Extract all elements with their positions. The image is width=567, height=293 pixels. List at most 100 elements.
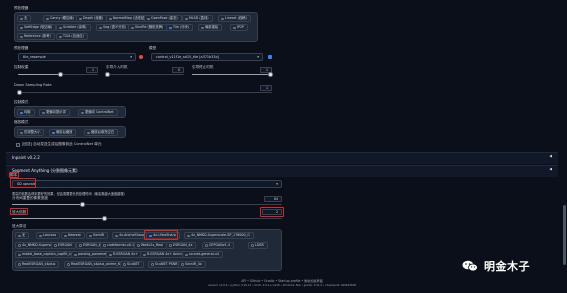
segment-section[interactable]	[6, 165, 558, 177]
radio-dot-icon	[123, 263, 126, 266]
radio-dot-icon	[18, 244, 21, 247]
scrollbar-thumb[interactable]	[562, 205, 566, 265]
scale-factor-slider[interactable]	[12, 216, 282, 221]
loopback-checkbox[interactable]	[16, 143, 20, 147]
preprocessor-option[interactable]: 局部重绘	[198, 24, 223, 31]
control-mode-option[interactable]: 均衡	[17, 109, 35, 116]
down-sampling-handle[interactable]	[17, 90, 22, 95]
upscaler-option-label: 无	[22, 233, 26, 237]
end-step-slider[interactable]	[192, 72, 273, 77]
control-mode-option[interactable]: 更偏向提示词	[39, 109, 70, 116]
segment-section-title: Segment Anything (分割图像元素)	[12, 168, 78, 173]
radio-dot-icon	[52, 131, 55, 134]
upscaler-option[interactable]: ESRGAN_4x	[166, 241, 197, 249]
start-step-input[interactable]: 0	[172, 67, 184, 73]
preprocessor-option[interactable]: Scribble (涂鸦)	[56, 24, 91, 31]
upscaler-option-label: scunet-general-x4	[189, 252, 219, 256]
preprocessor-option[interactable]: OpenPose (姿态)	[144, 15, 182, 22]
upscaler-option[interactable]: 无	[15, 232, 30, 239]
resize-mode-option[interactable]: 缩放后填充空白	[84, 129, 119, 136]
down-sampling-slider[interactable]	[17, 90, 272, 95]
radio-dot-icon	[169, 244, 172, 247]
preprocessor-option[interactable]: T2IA (自适应)	[56, 33, 88, 40]
watermark: 明金木子	[462, 258, 530, 274]
script-select[interactable]: SD upscale ▾	[12, 180, 282, 188]
upscaler-option-label: codeformer-v0.1.0	[107, 242, 138, 247]
footer-links[interactable]: API • Github • Gradio • Startup profile …	[6, 278, 558, 283]
upscaler-option[interactable]: 4x-AnimeSharp	[112, 232, 149, 239]
start-step-label: 引导介入时机	[106, 65, 128, 69]
preprocessor-option[interactable]: Seg (语义分割)	[96, 24, 131, 31]
upscaler-option[interactable]: scunet-general-x4	[182, 251, 223, 258]
preprocessor-option-label: Lineart (线稿)	[225, 16, 247, 20]
preprocessor-option[interactable]: Depth (深度)	[76, 15, 108, 22]
script-select-highlight	[10, 178, 36, 188]
control-weight-handle[interactable]	[58, 72, 63, 77]
upscaler-option[interactable]: ScuNET	[120, 260, 144, 268]
preprocessor-option[interactable]: Reference (参考)	[17, 33, 55, 40]
radio-dot-icon	[20, 35, 23, 38]
upscaler-option[interactable]: GFPGANv1.4	[202, 241, 234, 249]
upscaler-option[interactable]: parsing_parsenet	[71, 251, 111, 258]
preprocessor-select[interactable]: tile_resample ▾	[18, 53, 136, 61]
end-step-fill	[192, 74, 272, 76]
preprocessor-option-label: IP2P	[237, 25, 245, 29]
preprocessor-option-label: Reference (参考)	[24, 34, 51, 38]
upscaler-option[interactable]: LDSR	[248, 241, 268, 249]
tile-overlap-slider[interactable]	[12, 202, 282, 207]
preprocessor-option[interactable]: Shuffle (随机洗牌)	[128, 24, 168, 31]
refresh-models-icon[interactable]	[268, 55, 272, 59]
control-mode-label: 控制模式	[14, 100, 29, 104]
preprocessor-option-label: Scribble (涂鸦)	[63, 25, 87, 29]
upscaler-option-label: SwinIR_4x	[185, 261, 202, 266]
control-mode-option[interactable]: 更偏向 ControlNet	[78, 109, 118, 116]
upscaler-option[interactable]: R-ESRGAN 4x+	[106, 251, 142, 258]
upscaler-option[interactable]: SwinIR	[86, 232, 109, 239]
preprocessor-option[interactable]: Lineart (线稿)	[218, 15, 251, 22]
preprocessor-option-label: Shuffle (随机洗牌)	[135, 25, 164, 29]
control-weight-slider[interactable]	[18, 72, 98, 77]
resize-mode-option[interactable]: 仅调整大小	[17, 129, 45, 136]
resize-mode-option[interactable]: 裁剪后缩放	[49, 129, 77, 136]
preprocessor-option[interactable]: MLSD (直线)	[182, 15, 213, 22]
radio-dot-icon	[79, 17, 82, 20]
preprocessor-option[interactable]: IP2P	[230, 24, 249, 31]
upscaler-option[interactable]: RealESRGAN_x4plus	[15, 260, 60, 268]
preprocessor-option[interactable]: SoftEdge (软边缘)	[17, 24, 57, 31]
preprocessor-option[interactable]: 无	[17, 15, 32, 22]
inpaint-section[interactable]	[6, 152, 558, 164]
upscaler-option[interactable]: Nearest	[61, 232, 85, 239]
preprocessor-option[interactable]: Canny (硬边缘)	[43, 15, 78, 22]
upscaler-option[interactable]: 4x_NMKD-Superscale-SP_178000_G	[184, 232, 254, 239]
upscaler-option-label: ScuNET	[127, 261, 140, 266]
radio-dot-icon	[103, 244, 106, 247]
radio-dot-icon	[67, 263, 70, 266]
run-preprocessor-icon[interactable]	[139, 55, 143, 59]
start-step-slider[interactable]	[105, 72, 184, 77]
radio-dot-icon	[169, 26, 172, 29]
down-sampling-input[interactable]: 1	[260, 85, 272, 91]
start-step-handle[interactable]	[105, 72, 110, 77]
footer-versions: version: v1.6.0 • python: 3.10.11 • torc…	[208, 284, 356, 287]
upscaler-option[interactable]: SwinIR_4x	[178, 260, 206, 268]
upscaler-option[interactable]: ScuNET PSNR	[148, 260, 182, 268]
upscaler-option[interactable]: RealESRGAN_x4plus_anime_6B	[64, 260, 127, 268]
control-weight-input[interactable]: 1	[86, 67, 98, 73]
model-select[interactable]: control_v11f1e_sd15_tile [a371b31b] ▾	[151, 53, 263, 61]
tile-overlap-input[interactable]: 64	[264, 196, 282, 202]
collapse-arrow-icon[interactable]: ◀	[549, 167, 552, 171]
chevron-down-icon: ▾	[257, 55, 259, 59]
scale-factor-handle[interactable]	[102, 216, 107, 221]
upscaler-option-label: RealESRGAN_x4plus	[22, 261, 56, 266]
collapse-arrow-icon[interactable]: ◀	[549, 154, 552, 158]
preprocessor-option[interactable]: Tile (分块)	[166, 24, 193, 31]
upscaler-option[interactable]: ESRGAN	[51, 241, 76, 249]
tile-overlap-handle[interactable]	[80, 202, 85, 207]
end-step-handle[interactable]	[268, 72, 273, 77]
upscaler-option[interactable]: Lanczos	[36, 232, 61, 239]
scrollbar[interactable]	[561, 0, 567, 293]
upscaler-option[interactable]: Waifu2x_Real	[134, 241, 168, 249]
control-mode-option-label: 更偏向 ControlNet	[85, 110, 114, 114]
radio-dot-icon	[181, 263, 184, 266]
scale-factor-fill	[12, 218, 104, 220]
